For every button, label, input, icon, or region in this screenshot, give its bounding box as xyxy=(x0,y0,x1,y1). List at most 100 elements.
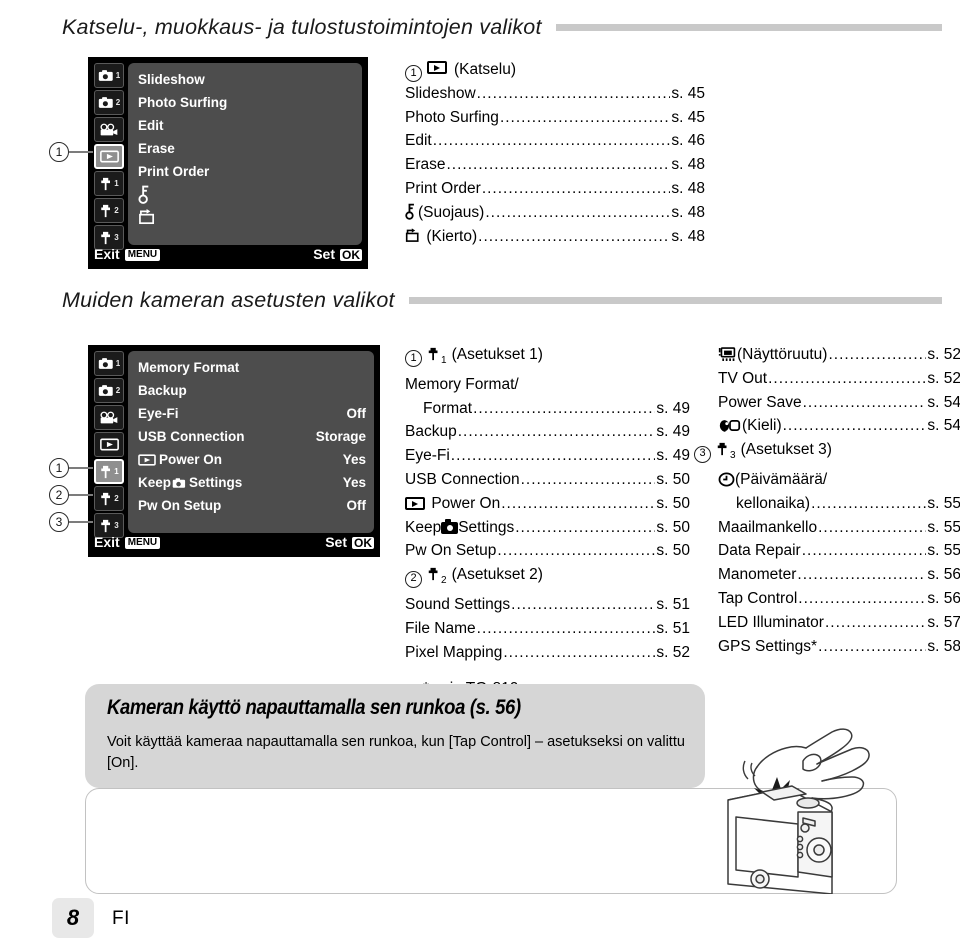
entry-name: kellonaika) xyxy=(736,494,811,512)
menu-row-usb-connection[interactable]: USB Connection Storage xyxy=(138,425,366,448)
tab-movie[interactable] xyxy=(94,117,124,142)
entry-page: s. 54 xyxy=(927,393,960,411)
index-entry[interactable]: (Kieli) ................................… xyxy=(718,414,960,438)
entry-name-text: (Kieli) xyxy=(742,417,782,435)
menu-row-slideshow[interactable]: Slideshow xyxy=(138,68,354,91)
tab-index: 2 xyxy=(115,386,121,395)
index-entry[interactable]: Manometer ..............................… xyxy=(718,563,960,587)
tab-movie[interactable] xyxy=(94,405,124,430)
entry-name: (Kieli) xyxy=(718,414,782,438)
leader-dots: ........................................… xyxy=(811,494,927,512)
tab-index: 1 xyxy=(114,467,119,476)
entry-page: s. 50 xyxy=(656,518,690,536)
index-entry[interactable]: Pixel Mapping ..........................… xyxy=(405,641,690,665)
entry-page: s. 48 xyxy=(671,227,705,245)
index-entry[interactable]: (Kierto) ...............................… xyxy=(405,225,705,249)
tab-camera-2[interactable]: 2 xyxy=(94,90,124,115)
index-entry[interactable]: TV Out .................................… xyxy=(718,367,960,391)
tab-setup-1[interactable]: 1 xyxy=(94,171,124,196)
camera-icon xyxy=(98,358,113,369)
index-entry[interactable]: Edit ...................................… xyxy=(405,129,705,153)
index-entry[interactable]: Backup .................................… xyxy=(405,420,690,444)
ok-key-badge: OK xyxy=(352,536,374,551)
tab-camera-2[interactable]: 2 xyxy=(94,378,124,403)
index-entry[interactable]: Slideshow ..............................… xyxy=(405,82,705,106)
menu-row-eye-fi[interactable]: Eye-Fi Off xyxy=(138,402,366,425)
leader-dots: ........................................… xyxy=(476,84,671,102)
set-label: Set xyxy=(325,534,347,550)
index-entry[interactable]: (Näyttöruutu) ..........................… xyxy=(718,343,960,367)
index-entry[interactable]: Power Save .............................… xyxy=(718,391,960,415)
menu-row-print-order[interactable]: Print Order xyxy=(138,160,354,183)
menu-row-backup[interactable]: Backup xyxy=(138,379,366,402)
tab-playback[interactable] xyxy=(94,432,124,457)
index-entry[interactable]: Print Order ............................… xyxy=(405,177,705,201)
entry-page: s. 45 xyxy=(671,84,705,102)
menu-item-panel: Memory Format Backup Eye-Fi Off USB Conn… xyxy=(128,351,374,533)
menu-row-edit[interactable]: Edit xyxy=(138,114,354,137)
leader-dots: ........................................… xyxy=(818,637,926,655)
index-entry[interactable]: Photo Surfing ..........................… xyxy=(405,106,705,130)
index-entry[interactable]: Tap Control ............................… xyxy=(718,587,960,611)
menu-row-pw-on-setup[interactable]: Pw On Setup Off xyxy=(138,494,366,517)
index-entry[interactable]: Pw On Setup ............................… xyxy=(405,539,690,563)
index-list-playback: 1 (Katselu) Slideshow ..................… xyxy=(405,58,705,248)
entry-name: Format xyxy=(423,399,473,417)
entry-name: Data Repair xyxy=(718,542,801,560)
wrench2-icon: 2 xyxy=(427,563,447,593)
menu-row-memory-format[interactable]: Memory Format xyxy=(138,356,366,379)
index-entry[interactable]: Erase ..................................… xyxy=(405,153,705,177)
menu-row-label: Print Order xyxy=(138,164,210,179)
index-entry[interactable]: Keep Settings ...........................… xyxy=(405,516,690,540)
leader-dots: ........................................… xyxy=(515,518,655,536)
wrench-icon xyxy=(101,177,111,190)
index-entry[interactable]: LED Illuminator ........................… xyxy=(718,611,960,635)
group-number: 1 xyxy=(405,65,422,83)
heading-rule xyxy=(555,23,942,31)
entry-name: Pw On Setup xyxy=(405,542,497,560)
index-entry[interactable]: (Suojaus) ..............................… xyxy=(405,201,705,225)
tip-body: Voit käyttää kameraa napauttamalla sen r… xyxy=(107,734,685,771)
menu-row-photo-surfing[interactable]: Photo Surfing xyxy=(138,91,354,114)
menu-row-erase[interactable]: Erase xyxy=(138,137,354,160)
callout-number: 1 xyxy=(49,458,69,478)
index-entry[interactable]: Data Repair ............................… xyxy=(718,539,960,563)
menu-row-keep-settings[interactable]: Keep Settings Yes xyxy=(138,471,366,494)
section-heading-1: Katselu-, muokkaus- ja tulostustoimintoj… xyxy=(62,12,942,42)
index-entry[interactable]: Sound Settings .........................… xyxy=(405,593,690,617)
index-entry[interactable]: File Name ..............................… xyxy=(405,617,690,641)
leader-dots: ........................................… xyxy=(520,471,656,489)
movie-camera-icon xyxy=(100,123,118,135)
menu-row-rotate[interactable] xyxy=(138,206,354,229)
tab-setup-1[interactable]: 1 xyxy=(94,459,124,484)
leader-dots: ........................................… xyxy=(828,346,926,363)
rotate-icon xyxy=(139,209,155,225)
index-entry[interactable]: Format .................................… xyxy=(405,397,690,421)
menu-row-protect[interactable] xyxy=(138,183,354,206)
index-entry[interactable]: Maailmankello ..........................… xyxy=(718,516,960,540)
tab-setup-2[interactable]: 2 xyxy=(94,198,124,223)
index-entry[interactable]: USB Connection .........................… xyxy=(405,468,690,492)
index-entry[interactable]: GPS Settings* ..........................… xyxy=(718,635,960,659)
entry-name-text: (Kierto) xyxy=(426,227,478,245)
entry-page: s. 57 xyxy=(927,613,960,631)
menu-key-badge: MENU xyxy=(124,249,161,262)
index-group-header-setup3: 3 3 (Asetukset 3) xyxy=(694,438,960,468)
tab-camera-1[interactable]: 1 xyxy=(94,63,124,88)
index-entry[interactable]: Power On ...............................… xyxy=(405,492,690,516)
tab-playback[interactable] xyxy=(94,144,124,169)
entry-page: s. 49 xyxy=(656,447,690,465)
menu-row-power-on[interactable]: Power On Yes xyxy=(138,448,366,471)
entry-name: Maailmankello xyxy=(718,518,818,536)
leader-dots: ........................................… xyxy=(497,542,656,560)
tab-setup-2[interactable]: 2 xyxy=(94,486,124,511)
menu-tab-strip: 1 2 1 2 3 xyxy=(94,63,124,250)
menu-row-label: Erase xyxy=(138,141,175,156)
exit-hint: Exit MENU xyxy=(94,534,161,550)
index-entry[interactable]: kellonaika) ............................… xyxy=(718,492,960,516)
index-group-header-playback: 1 (Katselu) xyxy=(405,58,705,83)
menu-footer-bar: Exit MENU Set OK xyxy=(94,243,362,265)
protect-key-icon xyxy=(138,185,149,204)
tab-camera-1[interactable]: 1 xyxy=(94,351,124,376)
index-entry[interactable]: Eye-Fi .................................… xyxy=(405,444,690,468)
